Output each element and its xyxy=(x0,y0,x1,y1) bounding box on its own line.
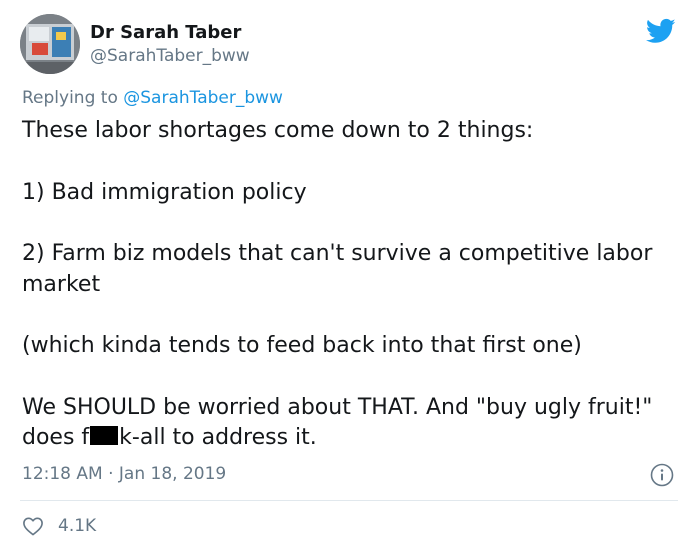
tweet-timestamp[interactable]: 12:18 AM · Jan 18, 2019 xyxy=(22,464,226,484)
author-handle[interactable]: @SarahTaber_bww xyxy=(90,46,250,66)
tweet-card: Dr Sarah Taber @SarahTaber_bww Replying … xyxy=(0,0,700,555)
avatar-image xyxy=(20,14,80,74)
censor-block xyxy=(90,426,119,445)
like-count: 4.1K xyxy=(58,516,97,536)
tweet-paragraph: 1) Bad immigration policy xyxy=(22,179,307,205)
tweet-paragraph: (which kinda tends to feed back into tha… xyxy=(22,333,582,358)
avatar[interactable] xyxy=(20,14,80,74)
info-icon[interactable] xyxy=(650,463,674,487)
tweet-paragraph: We SHOULD be worried about THAT. And "bu… xyxy=(22,393,672,454)
author-name[interactable]: Dr Sarah Taber xyxy=(90,22,241,43)
like-button[interactable]: 4.1K xyxy=(22,514,96,538)
twitter-bird-icon[interactable] xyxy=(644,16,678,46)
heart-icon[interactable] xyxy=(22,516,44,536)
tweet-text-segment: k-all to address it. xyxy=(119,425,317,450)
tweet-paragraph: 2) Farm biz models that can't survive a … xyxy=(22,241,653,297)
tweet-text: These labor shortages come down to 2 thi… xyxy=(22,116,672,454)
reply-mention-link[interactable]: @SarahTaber_bww xyxy=(123,88,283,108)
replying-to: Replying to @SarahTaber_bww xyxy=(22,88,283,108)
divider xyxy=(20,500,678,501)
reply-prefix: Replying to xyxy=(22,88,118,108)
tweet-paragraph: These labor shortages come down to 2 thi… xyxy=(22,118,534,143)
